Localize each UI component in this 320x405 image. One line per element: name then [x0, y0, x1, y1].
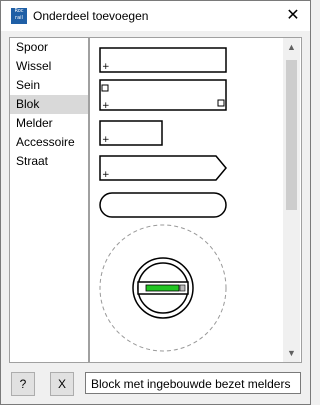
item-preview-canvas: + + + + ▲ ▼	[89, 37, 302, 363]
help-button[interactable]: ?	[11, 372, 35, 396]
block-symbols: + + + +	[99, 47, 227, 352]
close-icon[interactable]: ✕	[280, 3, 306, 29]
scrollbar-thumb[interactable]	[286, 60, 297, 210]
sidebar-item-accessoire[interactable]: Accessoire	[10, 133, 88, 152]
scroll-down-icon[interactable]: ▼	[283, 346, 300, 360]
block-symbol-small[interactable]: +	[99, 120, 163, 146]
sidebar-item-sein[interactable]: Sein	[10, 76, 88, 95]
svg-text:+: +	[102, 101, 110, 111]
vertical-scrollbar[interactable]: ▲ ▼	[283, 38, 300, 362]
description-field: Block met ingebouwde bezet melders	[85, 372, 301, 394]
svg-text:+: +	[102, 170, 110, 180]
svg-text:+: +	[102, 62, 110, 72]
sidebar-item-blok[interactable]: Blok	[10, 95, 88, 114]
sidebar-item-wissel[interactable]: Wissel	[10, 57, 88, 76]
block-symbol-with-sensors[interactable]: +	[99, 79, 227, 111]
svg-text:+: +	[102, 135, 110, 145]
cancel-button[interactable]: X	[50, 372, 74, 396]
rocrail-app-icon: Roc rail	[11, 8, 27, 24]
dialog-window: Roc rail Onderdeel toevoegen ✕ Spoor Wis…	[0, 0, 311, 405]
sidebar-item-spoor[interactable]: Spoor	[10, 38, 88, 57]
block-symbol-arrow[interactable]: +	[99, 155, 227, 181]
block-symbol-rounded[interactable]	[99, 192, 227, 218]
block-symbol-plain[interactable]: +	[99, 47, 227, 73]
category-list[interactable]: Spoor Wissel Sein Blok Melder Accessoire…	[9, 37, 89, 363]
scroll-up-icon[interactable]: ▲	[283, 40, 300, 54]
sidebar-item-straat[interactable]: Straat	[10, 152, 88, 171]
turntable-symbol[interactable]	[99, 224, 227, 352]
window-title: Onderdeel toevoegen	[33, 9, 149, 23]
title-bar: Roc rail Onderdeel toevoegen ✕	[1, 1, 310, 31]
sidebar-item-melder[interactable]: Melder	[10, 114, 88, 133]
